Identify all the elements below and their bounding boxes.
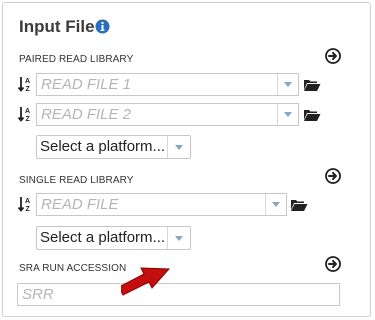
input-file-panel: Input File PAIRED READ LIBRARY A Z READ …: [2, 2, 371, 317]
add-paired-library-button[interactable]: [325, 48, 341, 64]
read-file-2-select[interactable]: READ FILE 2: [36, 103, 299, 126]
chevron-down-icon[interactable]: [167, 227, 190, 249]
single-platform-value: Select a platform...: [40, 229, 166, 246]
svg-text:A: A: [25, 78, 30, 85]
paired-platform-select[interactable]: Select a platform...: [36, 135, 191, 159]
chevron-down-icon[interactable]: [277, 74, 298, 95]
folder-open-icon[interactable]: [290, 198, 308, 212]
svg-text:A: A: [25, 108, 30, 115]
info-icon[interactable]: [95, 19, 110, 34]
svg-text:A: A: [25, 198, 30, 205]
paired-platform-value: Select a platform...: [40, 138, 166, 155]
sort-icon[interactable]: A Z: [17, 195, 33, 213]
folder-open-icon[interactable]: [303, 78, 321, 92]
sort-icon[interactable]: A Z: [17, 105, 33, 123]
read-file-1-select[interactable]: READ FILE 1: [36, 73, 299, 96]
sort-icon[interactable]: A Z: [17, 75, 33, 93]
single-platform-select[interactable]: Select a platform...: [36, 226, 191, 250]
folder-open-icon[interactable]: [303, 108, 321, 122]
read-file-1-placeholder: READ FILE 1: [41, 76, 132, 93]
add-sra-accession-button[interactable]: [325, 256, 341, 272]
svg-text:Z: Z: [26, 116, 31, 123]
svg-text:Z: Z: [26, 86, 31, 93]
chevron-down-icon[interactable]: [265, 194, 286, 215]
read-file-placeholder: READ FILE: [41, 196, 119, 213]
sra-run-accession-label: SRA RUN ACCESSION: [19, 263, 127, 274]
svg-text:Z: Z: [26, 206, 31, 213]
read-file-2-placeholder: READ FILE 2: [41, 106, 132, 123]
paired-read-library-label: PAIRED READ LIBRARY: [19, 54, 134, 65]
add-single-library-button[interactable]: [325, 168, 341, 184]
read-file-select[interactable]: READ FILE: [36, 193, 287, 216]
chevron-down-icon[interactable]: [277, 104, 298, 125]
red-arrow-icon: [121, 267, 171, 296]
single-read-library-label: SINGLE READ LIBRARY: [19, 175, 134, 186]
panel-title: Input File: [19, 17, 95, 36]
chevron-down-icon[interactable]: [167, 136, 190, 158]
